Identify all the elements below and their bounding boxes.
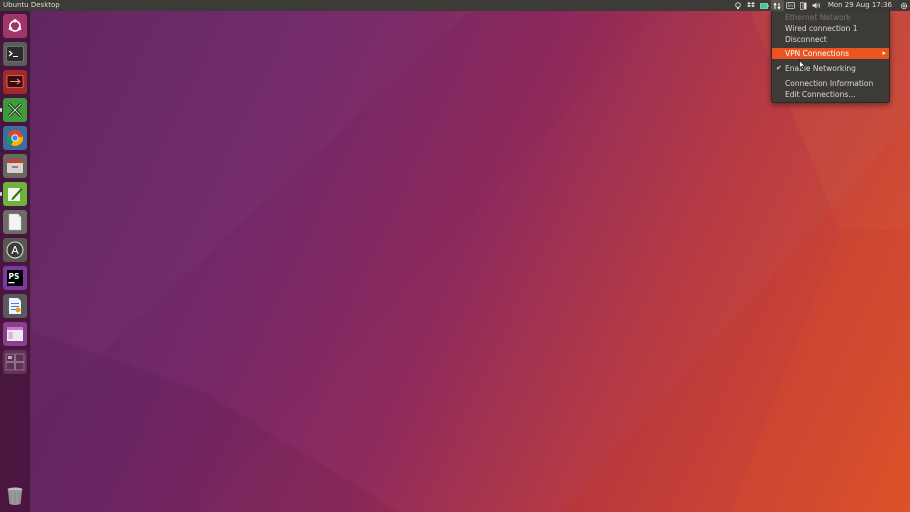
launcher-document[interactable] (3, 210, 27, 234)
running-indicator (0, 108, 2, 112)
indicator-area: En Mon 29 Aug 17:36 (732, 0, 910, 11)
launcher-window-app[interactable] (3, 322, 27, 346)
launcher-writer[interactable] (3, 294, 27, 318)
menu-item-connection-information[interactable]: Connection Information (772, 78, 889, 89)
top-panel: Ubuntu Desktop En Mon 29 Aug 17:36 (0, 0, 910, 11)
clock[interactable]: Mon 29 Aug 17:36 (823, 0, 897, 11)
launcher-remote-app[interactable] (3, 70, 27, 94)
x-app-icon (7, 102, 23, 118)
launcher: A PS (0, 11, 31, 512)
file-cabinet-icon (7, 159, 23, 173)
blank-document-icon (8, 213, 22, 231)
menu-item-vpn-connections[interactable]: VPN Connections ▸ (772, 48, 889, 59)
svg-text:A: A (11, 244, 19, 257)
svg-text:En: En (788, 3, 794, 8)
workspace-switcher-icon (5, 353, 25, 371)
launcher-text-editor[interactable] (3, 182, 27, 206)
terminal-icon (6, 46, 24, 62)
launcher-dash-home[interactable] (3, 14, 27, 38)
launcher-phpstorm[interactable]: PS (3, 266, 27, 290)
window-app-icon (7, 327, 23, 341)
desktop-background: Ubuntu Desktop En Mon 29 Aug 17:36 A PS … (0, 0, 910, 512)
bluetooth-battery-icon[interactable] (797, 0, 810, 11)
software-updater-icon: A (6, 241, 24, 259)
trash-icon (7, 487, 23, 505)
pencil-editor-icon (8, 188, 23, 201)
volume-icon[interactable] (810, 0, 823, 11)
battery-indicator-icon[interactable] (758, 0, 771, 11)
launcher-terminal[interactable] (3, 42, 27, 66)
menu-item-disconnect[interactable]: Disconnect (772, 34, 889, 45)
menu-item-wired-connection[interactable]: Wired connection 1 (772, 23, 889, 34)
launcher-chrome[interactable] (3, 126, 27, 150)
writer-doc-icon (9, 298, 21, 314)
running-indicator (0, 192, 2, 196)
launcher-files[interactable] (3, 154, 27, 178)
chrome-icon (6, 130, 24, 146)
phpstorm-icon: PS (7, 270, 23, 286)
launcher-trash[interactable] (3, 484, 27, 508)
menu-item-edit-connections[interactable]: Edit Connections... (772, 89, 889, 100)
ubuntu-logo-icon (8, 19, 22, 32)
menu-section-header: Ethernet Network (785, 13, 852, 22)
submenu-arrow-icon: ▸ (882, 49, 886, 57)
network-arrows-icon[interactable] (770, 0, 784, 11)
launcher-x-app[interactable] (3, 98, 27, 122)
remote-desktop-icon (6, 75, 24, 88)
mouse-pointer-icon (799, 60, 806, 70)
window-title: Ubuntu Desktop (3, 1, 60, 9)
svg-text:PS: PS (9, 272, 20, 281)
power-gear-icon[interactable] (897, 0, 910, 11)
launcher-workspace-switcher[interactable] (3, 350, 27, 374)
lightbulb-icon[interactable] (732, 0, 745, 11)
keyboard-layout-icon[interactable]: En (784, 0, 797, 11)
network-menu: Ethernet Network Wired connection 1 Disc… (771, 11, 890, 103)
checkmark-icon: ✔ (776, 64, 782, 72)
dropbox-icon[interactable] (745, 0, 758, 11)
launcher-software-updater[interactable]: A (3, 238, 27, 262)
menu-item-enable-networking[interactable]: ✔ Enable Networking (772, 63, 889, 74)
